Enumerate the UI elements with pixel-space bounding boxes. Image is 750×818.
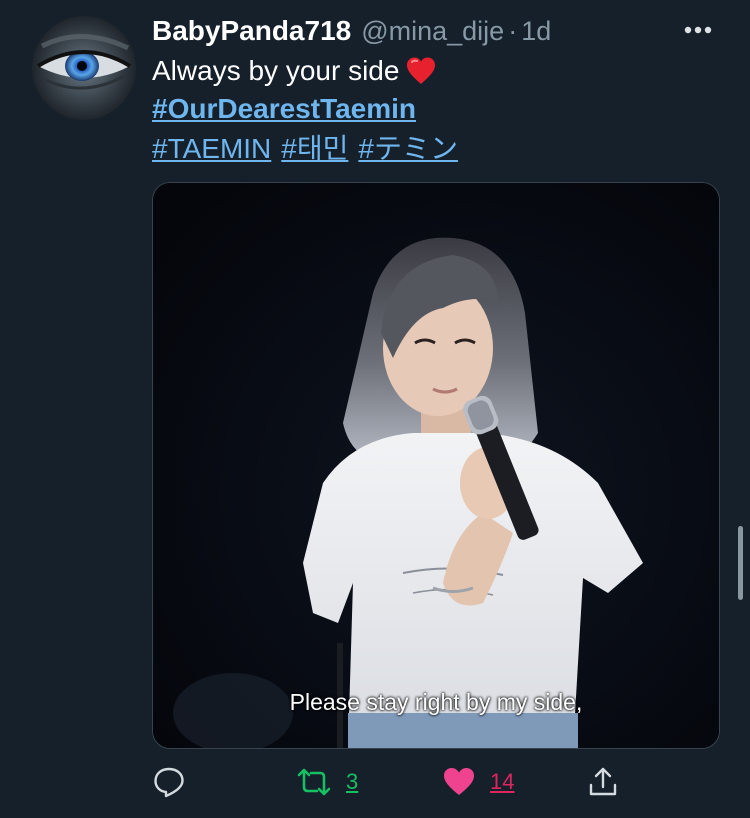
hashtag-taemin-japanese[interactable]: #テミン (358, 133, 458, 164)
more-horizontal-icon (684, 26, 712, 34)
share-icon (589, 767, 617, 796)
like-count[interactable]: 14 (490, 769, 514, 795)
hashtag-line-2: #TAEMIN #태민 #テミン (152, 130, 468, 168)
share-button[interactable] (586, 762, 620, 802)
scrollbar-thumb[interactable] (738, 526, 743, 600)
concert-performer-image (153, 183, 719, 748)
tweet-card[interactable]: BabyPanda718 @mina_dije · 1d Always by y… (0, 0, 750, 818)
like-button[interactable]: 14 (442, 762, 514, 802)
more-options-button[interactable] (680, 14, 720, 46)
hashtag-ourdearesttaemin[interactable]: #OurDearestTaemin (152, 93, 416, 124)
reply-icon (154, 767, 184, 798)
media-video-frame[interactable]: Please stay right by my side, (152, 182, 720, 749)
separator-dot: · (508, 15, 518, 46)
retweet-count[interactable]: 3 (346, 769, 358, 795)
video-subtitle: Please stay right by my side, (289, 689, 583, 715)
hashtag-line-1: #OurDearestTaemin (152, 90, 416, 128)
user-handle[interactable]: @mina_dije (361, 16, 504, 47)
tweet-header: BabyPanda718 @mina_dije · 1d (152, 12, 551, 50)
heart-filled-icon (444, 768, 474, 795)
retweet-button[interactable]: 3 (296, 762, 358, 802)
tweet-text-content: Always by your side (152, 55, 400, 86)
avatar[interactable] (32, 16, 136, 120)
hashtag-taemin[interactable]: #TAEMIN (152, 133, 271, 164)
retweet-icon (297, 768, 331, 796)
hashtag-taemin-korean[interactable]: #태민 (281, 133, 348, 164)
display-name[interactable]: BabyPanda718 (152, 15, 351, 47)
reply-button[interactable] (152, 762, 186, 802)
timestamp[interactable]: 1d (521, 16, 551, 47)
